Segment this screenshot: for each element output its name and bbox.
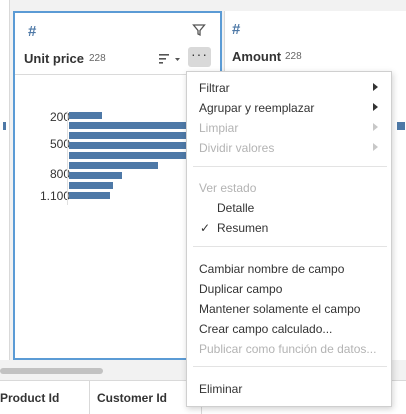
menu-section-ver-estado: Ver estado: [199, 181, 257, 195]
filter-icon[interactable]: [192, 23, 206, 37]
field-count: 228: [89, 53, 106, 64]
left-field-card[interactable]: [0, 0, 10, 360]
menu-item-agrupar-reemplazar[interactable]: Agrupar y reemplazar: [199, 101, 314, 115]
sort-icon[interactable]: [159, 53, 181, 65]
menu-separator: [193, 166, 387, 167]
card-header: # Unit price 228 ···: [15, 13, 220, 75]
menu-item-publicar-funcion: Publicar como función de datos...: [199, 342, 377, 356]
histogram-bar[interactable]: [69, 142, 198, 149]
submenu-arrow-icon: [373, 103, 378, 111]
menu-item-cambiar-nombre[interactable]: Cambiar nombre de campo: [199, 262, 344, 276]
submenu-arrow-icon: [373, 123, 378, 131]
axis-label: 1.100: [39, 189, 70, 203]
histogram-bar: [397, 122, 405, 130]
column-header-product-id[interactable]: Product Id: [0, 381, 90, 414]
horizontal-scrollbar[interactable]: [0, 368, 103, 374]
histogram-bar[interactable]: [69, 112, 102, 119]
field-count: 228: [285, 51, 302, 62]
menu-item-limpiar: Limpiar: [199, 121, 239, 135]
histogram-bar[interactable]: [69, 162, 158, 169]
histogram-bar[interactable]: [69, 182, 113, 189]
histogram-bar: [3, 122, 6, 130]
numeric-type-icon: #: [232, 21, 241, 38]
menu-separator: [193, 246, 387, 247]
field-title: Amount: [232, 49, 282, 64]
histogram-bar[interactable]: [69, 172, 122, 179]
histogram-bar[interactable]: [69, 152, 198, 159]
numeric-type-icon: #: [28, 23, 37, 40]
checkmark-icon: ✓: [200, 221, 211, 235]
menu-item-detalle[interactable]: Detalle: [217, 201, 254, 215]
menu-item-duplicar-campo[interactable]: Duplicar campo: [199, 282, 282, 296]
more-options-button[interactable]: ···: [188, 47, 211, 67]
submenu-arrow-icon: [373, 143, 378, 151]
context-menu: Filtrar Agrupar y reemplazar Limpiar Div…: [186, 71, 392, 407]
histogram-bar[interactable]: [69, 192, 110, 199]
menu-item-mantener-campo[interactable]: Mantener solamente el campo: [199, 302, 360, 316]
submenu-arrow-icon: [373, 83, 378, 91]
histogram-bar[interactable]: [69, 132, 198, 139]
menu-item-eliminar[interactable]: Eliminar: [199, 382, 242, 396]
field-title: Unit price: [24, 51, 84, 66]
menu-item-crear-campo-calculado[interactable]: Crear campo calculado...: [199, 322, 332, 336]
menu-item-filtrar[interactable]: Filtrar: [199, 81, 230, 95]
histogram-bar[interactable]: [69, 122, 198, 129]
histogram-axis-line: [67, 111, 68, 205]
menu-separator: [193, 366, 387, 367]
menu-item-resumen[interactable]: Resumen: [217, 221, 268, 235]
menu-item-dividir-valores: Dividir valores: [199, 141, 275, 155]
